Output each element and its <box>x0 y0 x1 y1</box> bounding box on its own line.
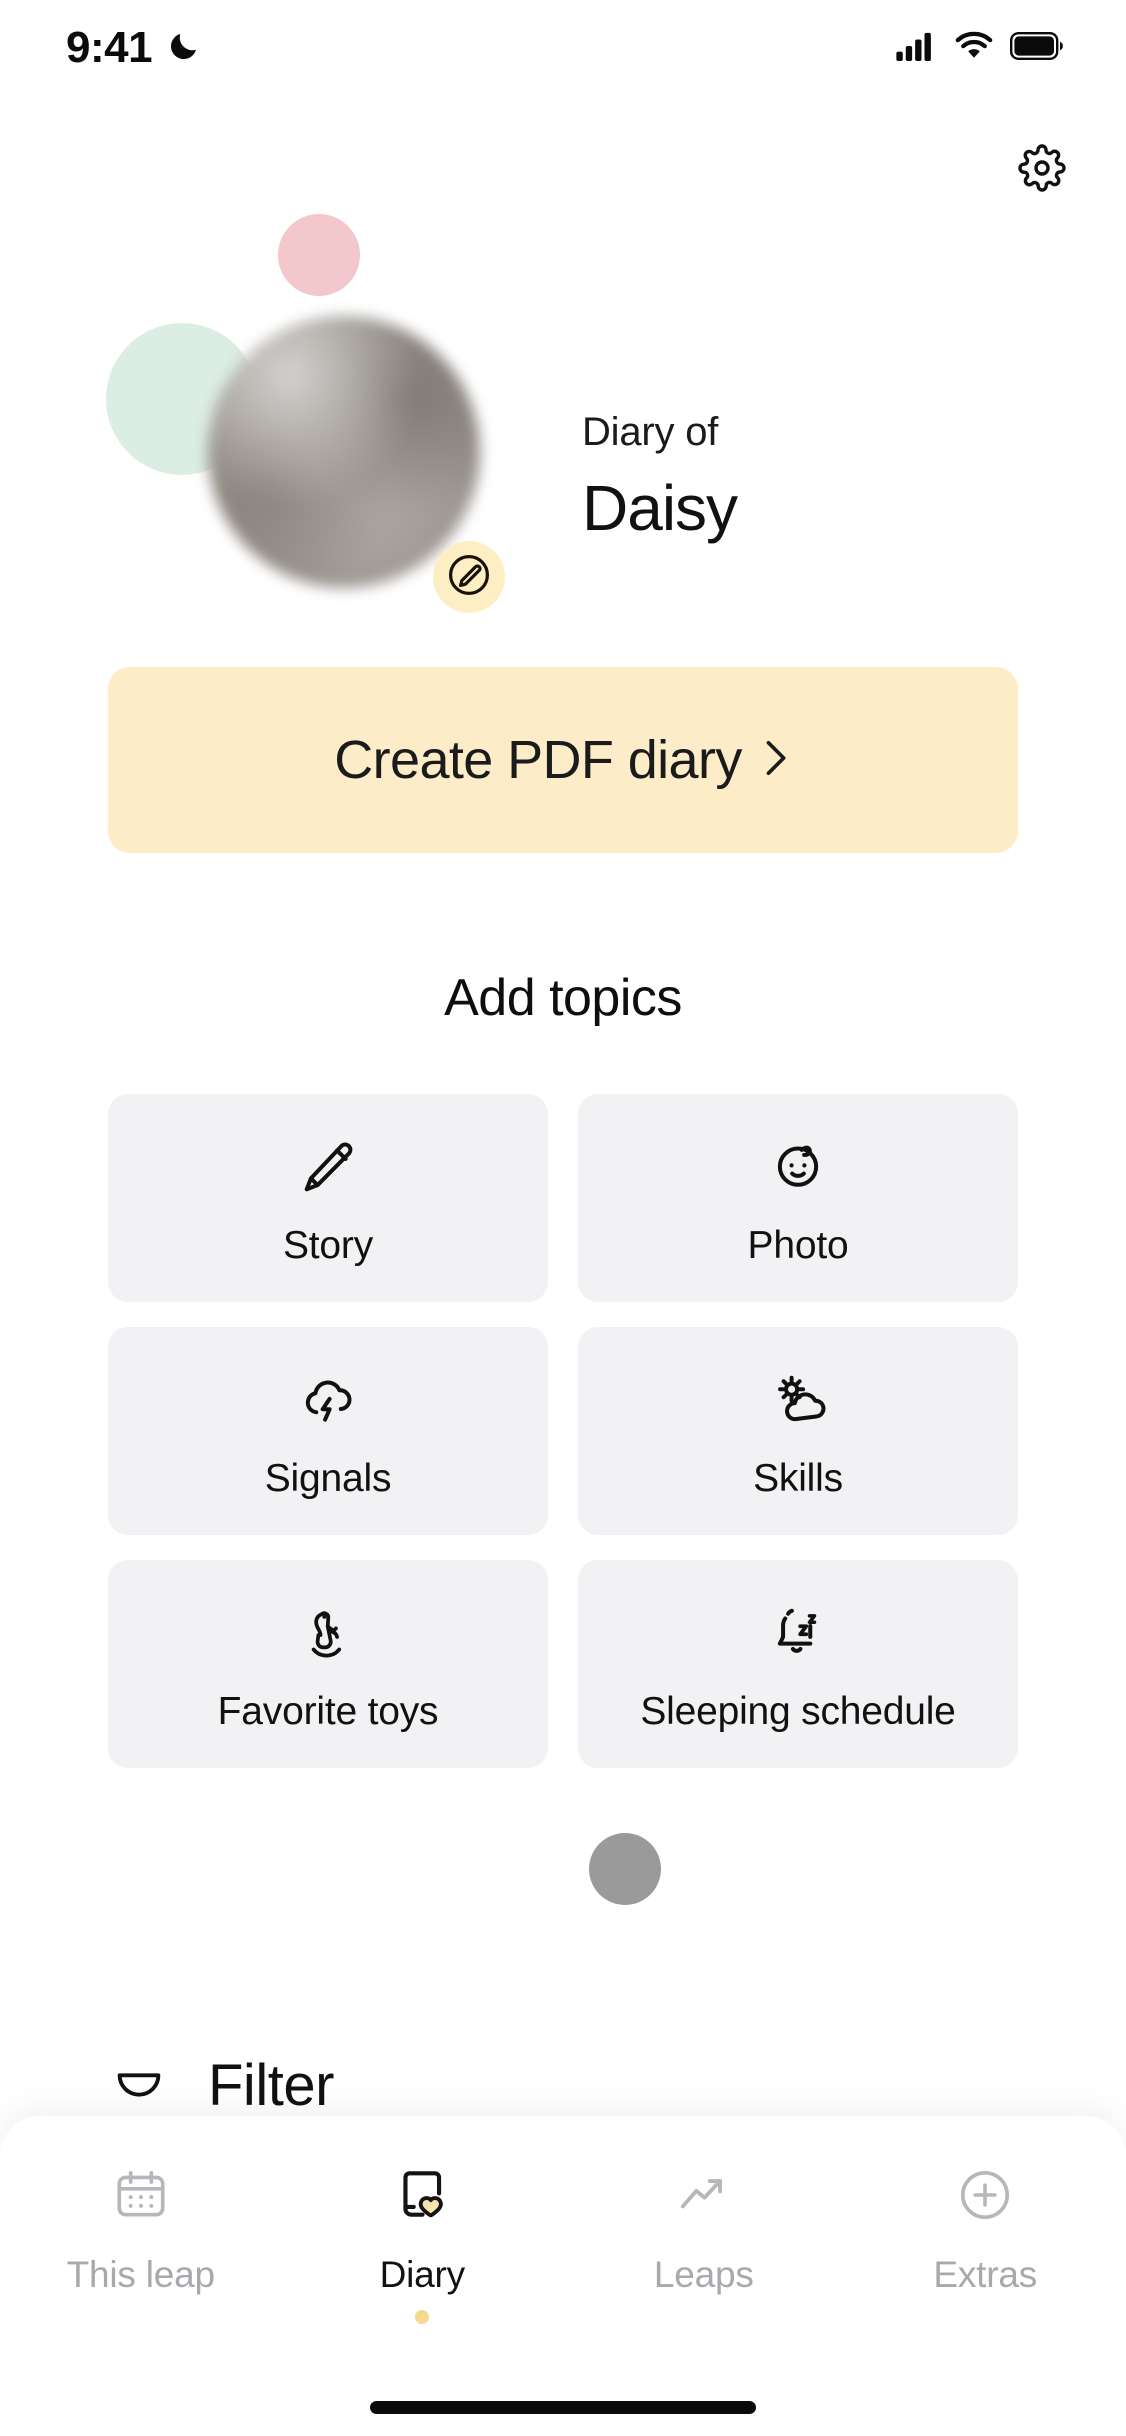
wifi-icon <box>954 31 994 66</box>
avatar-ring[interactable] <box>208 316 480 588</box>
bottom-tab-bar: This leap Diary Leaps Extras <box>0 2116 1126 2436</box>
chevron-right-icon <box>758 732 792 789</box>
create-pdf-diary-button[interactable]: Create PDF diary <box>108 667 1018 853</box>
status-bar: 9:41 <box>0 0 1126 96</box>
tab-extras[interactable]: Extras <box>880 2156 1090 2296</box>
create-pdf-diary-label: Create PDF diary <box>334 730 742 790</box>
plus-circle-icon <box>954 2156 1016 2234</box>
topic-card-skills[interactable]: Skills <box>578 1327 1018 1535</box>
cellular-signal-icon <box>896 31 938 66</box>
pencil-icon <box>296 1128 360 1200</box>
topic-card-sleeping-schedule[interactable]: Sleeping schedule <box>578 1560 1018 1768</box>
profile-name: Daisy <box>582 472 738 544</box>
filter-label: Filter <box>208 2053 334 2118</box>
storm-cloud-icon <box>296 1361 360 1433</box>
status-bar-right <box>896 31 1064 66</box>
topics-grid: Story Photo Signals Skills Favorite toys… <box>108 1094 1018 1768</box>
sun-cloud-icon <box>766 1361 830 1433</box>
topic-card-signals[interactable]: Signals <box>108 1327 548 1535</box>
edit-avatar-button[interactable] <box>433 541 505 613</box>
topic-label: Photo <box>747 1224 849 1267</box>
tab-diary[interactable]: Diary <box>317 2156 527 2324</box>
tab-label: Diary <box>379 2254 466 2295</box>
topic-label: Signals <box>264 1457 392 1500</box>
book-heart-icon <box>391 2156 453 2234</box>
filter-button[interactable]: Filter <box>108 2052 334 2119</box>
topic-label: Favorite toys <box>217 1690 439 1733</box>
bell-sleep-icon <box>766 1594 830 1666</box>
topic-label: Skills <box>753 1457 843 1500</box>
profile-hero: Diary of Daisy <box>0 186 1126 646</box>
home-indicator <box>370 2401 756 2414</box>
tab-this-leap[interactable]: This leap <box>36 2156 246 2296</box>
rocking-horse-icon <box>296 1594 360 1666</box>
tab-label: This leap <box>66 2254 216 2295</box>
calendar-icon <box>110 2156 172 2234</box>
pencil-circle-icon <box>445 551 493 604</box>
status-bar-left: 9:41 <box>66 23 202 73</box>
add-topics-title: Add topics <box>444 969 682 1027</box>
trending-up-icon <box>673 2156 735 2234</box>
profile-eyebrow: Diary of <box>582 410 719 454</box>
topic-label: Sleeping schedule <box>640 1690 956 1733</box>
baby-face-icon <box>766 1128 830 1200</box>
topic-card-story[interactable]: Story <box>108 1094 548 1302</box>
tab-leaps[interactable]: Leaps <box>599 2156 809 2296</box>
topic-card-photo[interactable]: Photo <box>578 1094 1018 1302</box>
active-tab-indicator-dot <box>415 2310 430 2324</box>
profile-text: Diary of Daisy <box>582 410 738 545</box>
topic-card-favorite-toys[interactable]: Favorite toys <box>108 1560 548 1768</box>
tab-label: Leaps <box>653 2254 754 2295</box>
crescent-moon-icon <box>166 28 202 69</box>
decoration-circle-pink <box>278 214 360 296</box>
topic-label: Story <box>282 1224 374 1267</box>
app-screen: 9:41 Diary of Daisy Create PDF diary Add… <box>0 0 1126 2436</box>
status-bar-clock: 9:41 <box>66 23 153 72</box>
battery-full-icon <box>1010 31 1064 65</box>
tab-label: Extras <box>933 2254 1038 2295</box>
funnel-icon <box>108 2052 170 2119</box>
loading-indicator-dot <box>589 1833 661 1905</box>
